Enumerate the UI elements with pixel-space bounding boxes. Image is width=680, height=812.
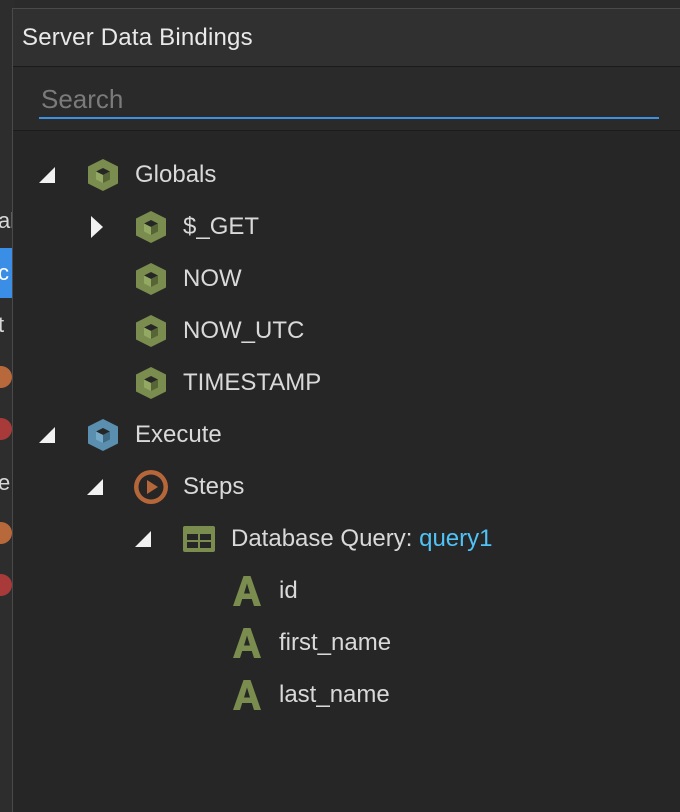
triangle-expanded-icon [87, 479, 103, 495]
triangle-expanded-icon [39, 167, 55, 183]
expand-toggle[interactable] [87, 216, 107, 238]
tree-label: NOW_UTC [183, 317, 305, 344]
table-icon [181, 521, 217, 557]
tree-row-execute[interactable]: Execute [13, 409, 653, 461]
cube-icon [133, 209, 169, 245]
tree-row-timestamp[interactable]: TIMESTAMP [13, 357, 653, 409]
tree-row-database-query[interactable]: Database Query: query1 [13, 513, 653, 565]
expand-toggle[interactable] [37, 425, 57, 445]
tree-row-field-id[interactable]: id [13, 565, 653, 617]
tree-label: last_name [279, 681, 390, 708]
triangle-expanded-icon [135, 531, 151, 547]
app-window: al c t e Server Data Bindings Globals [0, 0, 680, 812]
cube-icon [85, 417, 121, 453]
play-icon [133, 469, 169, 505]
background-orange-dot [0, 522, 12, 544]
panel-header[interactable]: Server Data Bindings [13, 9, 680, 67]
panel-title: Server Data Bindings [22, 23, 253, 51]
tree-label: NOW [183, 265, 242, 292]
cube-icon [133, 365, 169, 401]
background-orange-dot [0, 366, 12, 388]
search-bar [13, 67, 680, 131]
query-type-label: Database Query: [231, 525, 420, 552]
tree-label: TIMESTAMP [183, 369, 322, 396]
tree-label: Database Query: query1 [231, 524, 493, 554]
text-icon [229, 677, 265, 713]
background-red-dot [0, 574, 12, 596]
expand-toggle[interactable] [133, 529, 153, 549]
tree-row-field-last-name[interactable]: last_name [13, 669, 653, 721]
text-icon [229, 573, 265, 609]
server-data-bindings-panel: Server Data Bindings Globals $_GET [12, 8, 680, 812]
query-name: query1 [419, 525, 493, 552]
expand-toggle[interactable] [85, 477, 105, 497]
tree-label: Execute [135, 421, 222, 448]
triangle-collapsed-icon [91, 216, 103, 238]
tree-label: id [279, 577, 298, 604]
tree-row-globals[interactable]: Globals [13, 149, 653, 201]
tree-label: first_name [279, 629, 392, 656]
cube-icon [133, 261, 169, 297]
background-selected-item: c [0, 248, 12, 298]
cube-icon [85, 157, 121, 193]
expand-toggle[interactable] [37, 165, 57, 185]
tree-row-field-first-name[interactable]: first_name [13, 617, 653, 669]
tree-label: $_GET [183, 213, 260, 240]
text-icon [229, 625, 265, 661]
tree-label: Globals [135, 161, 217, 188]
search-input[interactable] [39, 79, 659, 119]
triangle-expanded-icon [39, 427, 55, 443]
cube-icon [133, 313, 169, 349]
background-fragment: t [0, 312, 5, 337]
tree-row-now-utc[interactable]: NOW_UTC [13, 305, 653, 357]
tree-row-get[interactable]: $_GET [13, 201, 653, 253]
background-fragment: c [0, 260, 9, 285]
tree-label: Steps [183, 473, 245, 500]
background-fragment: e [0, 470, 11, 495]
tree-row-now[interactable]: NOW [13, 253, 653, 305]
tree-row-steps[interactable]: Steps [13, 461, 653, 513]
background-red-dot [0, 418, 12, 440]
